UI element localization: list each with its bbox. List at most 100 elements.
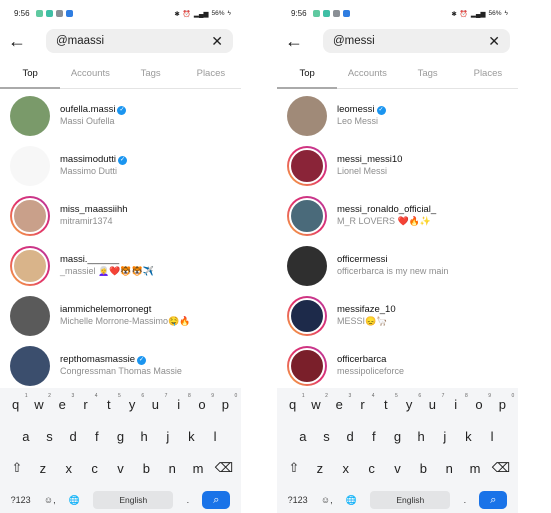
globe-icon[interactable]: 🌐: [346, 495, 357, 506]
avatar[interactable]: [10, 96, 50, 136]
key-f[interactable]: f: [87, 429, 107, 444]
symbols-key[interactable]: ?123: [11, 495, 31, 505]
key-r[interactable]: r4: [353, 393, 374, 412]
key-s[interactable]: s: [39, 429, 59, 444]
clear-search-icon[interactable]: ✕: [211, 33, 223, 50]
key-t[interactable]: t5: [99, 393, 121, 412]
key-g[interactable]: g: [387, 429, 407, 444]
key-w[interactable]: w2: [306, 393, 328, 412]
tab-accounts[interactable]: Accounts: [337, 68, 397, 79]
account-result-row[interactable]: oufella.massi ✓ Massi Oufella: [0, 91, 241, 141]
space-bar[interactable]: English: [93, 491, 174, 509]
key-a[interactable]: a: [293, 429, 313, 444]
results-list[interactable]: oufella.massi ✓ Massi Oufella massimodutti ✓…: [0, 89, 241, 388]
back-arrow-icon[interactable]: ←: [285, 32, 315, 50]
avatar[interactable]: [287, 146, 327, 186]
search-input[interactable]: @messi ✕: [323, 29, 510, 53]
account-result-row[interactable]: massi.______ _massiel 👩‍🦳❤️🐯🐯✈️: [0, 241, 241, 291]
search-query[interactable]: @maassi: [56, 35, 211, 47]
key-z[interactable]: z: [310, 461, 330, 476]
key-a[interactable]: a: [16, 429, 36, 444]
key-l[interactable]: l: [482, 429, 502, 444]
account-result-row[interactable]: messi_ronaldo_official_ M_R LOVERS ❤️🔥✨: [277, 191, 518, 241]
tab-accounts[interactable]: Accounts: [60, 68, 120, 79]
clear-search-icon[interactable]: ✕: [488, 33, 500, 50]
key-k[interactable]: k: [458, 429, 478, 444]
avatar[interactable]: [287, 346, 327, 386]
key-j[interactable]: j: [158, 429, 178, 444]
search-key-icon[interactable]: ⌕: [479, 491, 508, 509]
key-i[interactable]: i8: [169, 393, 190, 412]
symbols-key[interactable]: ?123: [288, 495, 308, 505]
key-e[interactable]: e3: [329, 393, 352, 412]
avatar[interactable]: [10, 146, 50, 186]
tab-tags[interactable]: Tags: [121, 68, 181, 79]
key-p[interactable]: p0: [215, 393, 238, 412]
tab-tags[interactable]: Tags: [398, 68, 458, 79]
tab-top[interactable]: Top: [277, 68, 337, 79]
key-q[interactable]: q1: [6, 393, 28, 412]
key-m[interactable]: m: [188, 461, 208, 476]
account-result-row[interactable]: massimodutti ✓ Massimo Dutti: [0, 141, 241, 191]
tab-places[interactable]: Places: [458, 68, 518, 79]
key-x[interactable]: x: [59, 461, 79, 476]
search-input[interactable]: @maassi ✕: [46, 29, 233, 53]
space-bar[interactable]: English: [370, 491, 451, 509]
account-result-row[interactable]: miss_maassiihh mitramir1374: [0, 191, 241, 241]
key-j[interactable]: j: [435, 429, 455, 444]
key-v[interactable]: v: [387, 461, 407, 476]
period-key[interactable]: .: [464, 495, 467, 505]
results-list[interactable]: leomessi ✓ Leo Messi messi_messi10 Lionel Me…: [277, 89, 518, 388]
key-t[interactable]: t5: [376, 393, 398, 412]
key-h[interactable]: h: [134, 429, 154, 444]
search-key-icon[interactable]: ⌕: [202, 491, 231, 509]
account-result-row[interactable]: officerbarca messipoliceforce: [277, 341, 518, 388]
key-i[interactable]: i8: [446, 393, 467, 412]
key-c[interactable]: c: [362, 461, 382, 476]
shift-key-icon[interactable]: ⇧: [284, 460, 304, 476]
account-result-row[interactable]: iammichelemorronegt Michelle Morrone-Mass…: [0, 291, 241, 341]
key-u[interactable]: u7: [422, 393, 445, 412]
globe-icon[interactable]: 🌐: [69, 495, 80, 506]
key-o[interactable]: o9: [469, 393, 491, 412]
avatar[interactable]: [287, 246, 327, 286]
emoji-comma-key-icon[interactable]: ☺,: [44, 495, 56, 505]
emoji-comma-key-icon[interactable]: ☺,: [321, 495, 333, 505]
key-z[interactable]: z: [33, 461, 53, 476]
avatar[interactable]: [287, 96, 327, 136]
backspace-key-icon[interactable]: ⌫: [491, 460, 511, 476]
key-b[interactable]: b: [136, 461, 156, 476]
avatar[interactable]: [10, 246, 50, 286]
key-c[interactable]: c: [85, 461, 105, 476]
key-m[interactable]: m: [465, 461, 485, 476]
account-result-row[interactable]: leomessi ✓ Leo Messi: [277, 91, 518, 141]
tab-places[interactable]: Places: [181, 68, 241, 79]
back-arrow-icon[interactable]: ←: [8, 32, 38, 50]
account-result-row[interactable]: officermessi officerbarca is my new main: [277, 241, 518, 291]
key-o[interactable]: o9: [192, 393, 214, 412]
key-f[interactable]: f: [364, 429, 384, 444]
avatar[interactable]: [10, 346, 50, 386]
key-w[interactable]: w2: [29, 393, 51, 412]
avatar[interactable]: [287, 296, 327, 336]
key-x[interactable]: x: [336, 461, 356, 476]
shift-key-icon[interactable]: ⇧: [7, 460, 27, 476]
key-n[interactable]: n: [162, 461, 182, 476]
backspace-key-icon[interactable]: ⌫: [214, 460, 234, 476]
avatar[interactable]: [10, 296, 50, 336]
key-y[interactable]: y6: [122, 393, 144, 412]
key-l[interactable]: l: [205, 429, 225, 444]
period-key[interactable]: .: [187, 495, 190, 505]
key-q[interactable]: q1: [283, 393, 305, 412]
key-u[interactable]: u7: [145, 393, 168, 412]
tab-top[interactable]: Top: [0, 68, 60, 79]
key-s[interactable]: s: [316, 429, 336, 444]
key-d[interactable]: d: [340, 429, 360, 444]
key-e[interactable]: e3: [52, 393, 75, 412]
key-g[interactable]: g: [110, 429, 130, 444]
key-k[interactable]: k: [181, 429, 201, 444]
key-p[interactable]: p0: [492, 393, 515, 412]
key-v[interactable]: v: [110, 461, 130, 476]
key-d[interactable]: d: [63, 429, 83, 444]
account-result-row[interactable]: messifaze_10 MESSI😞🦙: [277, 291, 518, 341]
